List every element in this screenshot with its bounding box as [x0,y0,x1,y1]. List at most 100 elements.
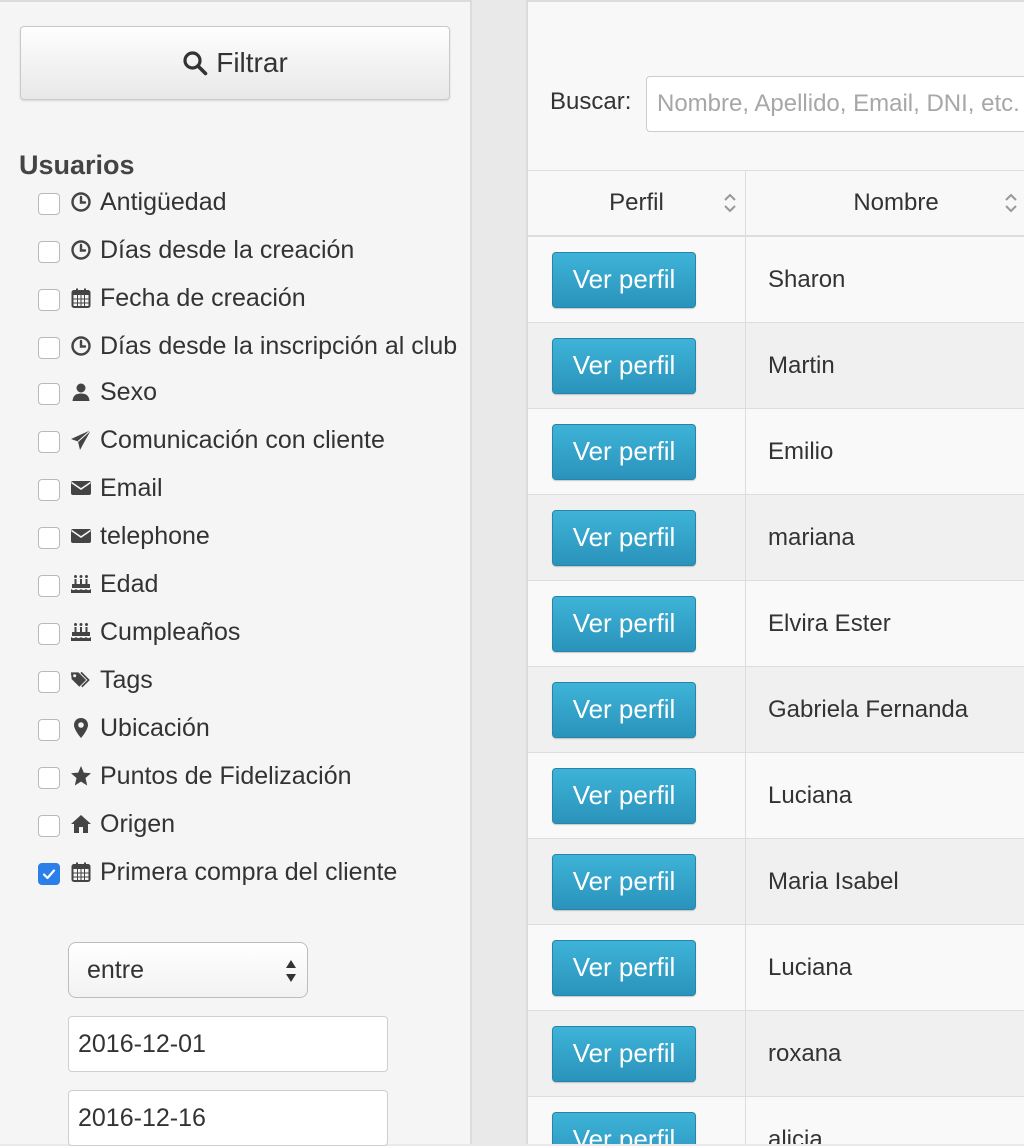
date-from-input[interactable]: 2016-12-01 [68,1016,388,1072]
cell-nombre: Luciana [768,953,853,981]
filter-checkbox[interactable] [38,671,60,693]
filter-list: Antigüedad Días desde la creación Fecha de… [38,184,458,902]
cell-nombre: mariana [768,523,855,551]
cell-perfil: Ver perfil [528,667,746,752]
filter-option[interactable]: Ubicación [38,710,458,746]
user-icon [68,374,94,410]
filter-checkbox[interactable] [38,193,60,215]
filter-checkbox[interactable] [38,767,60,789]
tags-icon [68,662,94,698]
ver-perfil-button[interactable]: Ver perfil [552,1111,696,1144]
column-header-nombre[interactable]: Nombre [746,171,1024,235]
ver-perfil-button[interactable]: Ver perfil [552,767,696,824]
filter-option[interactable]: Días desde la inscripción al club [38,328,458,364]
clock-icon [68,232,94,268]
cell-nombre: Emilio [768,437,834,465]
search-input[interactable] [646,76,1024,132]
filter-option[interactable]: Puntos de Fidelización [38,758,458,794]
ver-perfil-button[interactable]: Ver perfil [552,595,696,652]
filter-checkbox[interactable] [38,863,60,885]
filter-option[interactable]: Antigüedad [38,184,458,220]
envelope-icon [68,470,94,506]
select-arrows-icon [286,960,296,982]
filter-checkbox[interactable] [38,575,60,597]
ver-perfil-button[interactable]: Ver perfil [552,939,696,996]
filter-button[interactable]: Filtrar [20,26,450,100]
paper-plane-icon [68,422,94,458]
date-to-value: 2016-12-16 [78,1103,206,1132]
home-icon [68,806,94,842]
filter-label: Tags [100,666,153,694]
filter-label: Email [100,474,163,502]
table-row: Ver perfil mariana [528,495,1024,581]
filter-option[interactable]: Comunicación con cliente [38,422,458,458]
table-row: Ver perfil roxana [528,1011,1024,1097]
filter-checkbox[interactable] [38,337,60,359]
filter-label: telephone [100,522,210,550]
cell-perfil: Ver perfil [528,237,746,322]
filter-option[interactable]: Tags [38,662,458,698]
range-select-value: entre [87,955,144,984]
filter-label: Primera compra del cliente [100,858,398,886]
cell-nombre: Sharon [768,265,846,293]
filter-checkbox[interactable] [38,479,60,501]
filter-checkbox[interactable] [38,383,60,405]
users-table: Perfil Nombre Ver perfil Sharon Ver perfil… [528,170,1024,1144]
filter-option[interactable]: Primera compra del cliente [38,854,458,890]
search-label: Buscar: [550,88,632,115]
ver-perfil-button[interactable]: Ver perfil [552,681,696,738]
cell-perfil: Ver perfil [528,581,746,666]
filter-checkbox[interactable] [38,623,60,645]
table-body: Ver perfil Sharon Ver perfil Martin Ver perf… [528,237,1024,1144]
filter-label: Ubicación [100,714,210,742]
filter-label: Sexo [100,378,157,406]
date-to-input[interactable]: 2016-12-16 [68,1090,388,1146]
filter-checkbox[interactable] [38,527,60,549]
filter-checkbox[interactable] [38,815,60,837]
filter-option[interactable]: Fecha de creación [38,280,458,316]
filter-option[interactable]: telephone [38,518,458,554]
filter-label: Antigüedad [100,188,227,216]
column-header-perfil[interactable]: Perfil [528,171,746,235]
filter-checkbox[interactable] [38,719,60,741]
cell-perfil: Ver perfil [528,323,746,408]
column-header-label: Perfil [609,189,664,216]
filter-label: Cumpleaños [100,618,241,646]
calendar-icon [68,854,94,890]
filter-label: Días desde la inscripción al club [100,332,458,360]
filter-option[interactable]: Sexo [38,374,458,410]
users-table-panel: Buscar: Perfil Nombre Ver perfil Sharon Ve… [526,0,1024,1144]
filter-option[interactable]: Email [38,470,458,506]
ver-perfil-button[interactable]: Ver perfil [552,251,696,308]
ver-perfil-button[interactable]: Ver perfil [552,1025,696,1082]
filter-checkbox[interactable] [38,289,60,311]
filter-option[interactable]: Días desde la creación [38,232,458,268]
ver-perfil-button[interactable]: Ver perfil [552,337,696,394]
ver-perfil-button[interactable]: Ver perfil [552,423,696,480]
table-row: Ver perfil Gabriela Fernanda [528,667,1024,753]
filter-label: Puntos de Fidelización [100,762,352,790]
filter-option[interactable]: Cumpleaños [38,614,458,650]
ver-perfil-button[interactable]: Ver perfil [552,509,696,566]
sort-icon [724,193,736,213]
filter-checkbox[interactable] [38,241,60,263]
column-header-label: Nombre [853,189,939,216]
cell-perfil: Ver perfil [528,1011,746,1096]
clock-icon [68,328,94,364]
cell-nombre: roxana [768,1039,842,1067]
filter-label: Días desde la creación [100,236,355,264]
range-select[interactable]: entre [68,942,308,998]
cell-perfil: Ver perfil [528,753,746,838]
table-row: Ver perfil Luciana [528,753,1024,839]
filter-option[interactable]: Edad [38,566,458,602]
cell-perfil: Ver perfil [528,839,746,924]
filter-checkbox[interactable] [38,431,60,453]
star-icon [68,758,94,794]
cell-perfil: Ver perfil [528,1097,746,1144]
cell-nombre: Maria Isabel [768,867,899,895]
map-marker-icon [68,710,94,746]
cell-nombre: Luciana [768,781,853,809]
filter-option[interactable]: Origen [38,806,458,842]
ver-perfil-button[interactable]: Ver perfil [552,853,696,910]
date-from-value: 2016-12-01 [78,1029,206,1058]
